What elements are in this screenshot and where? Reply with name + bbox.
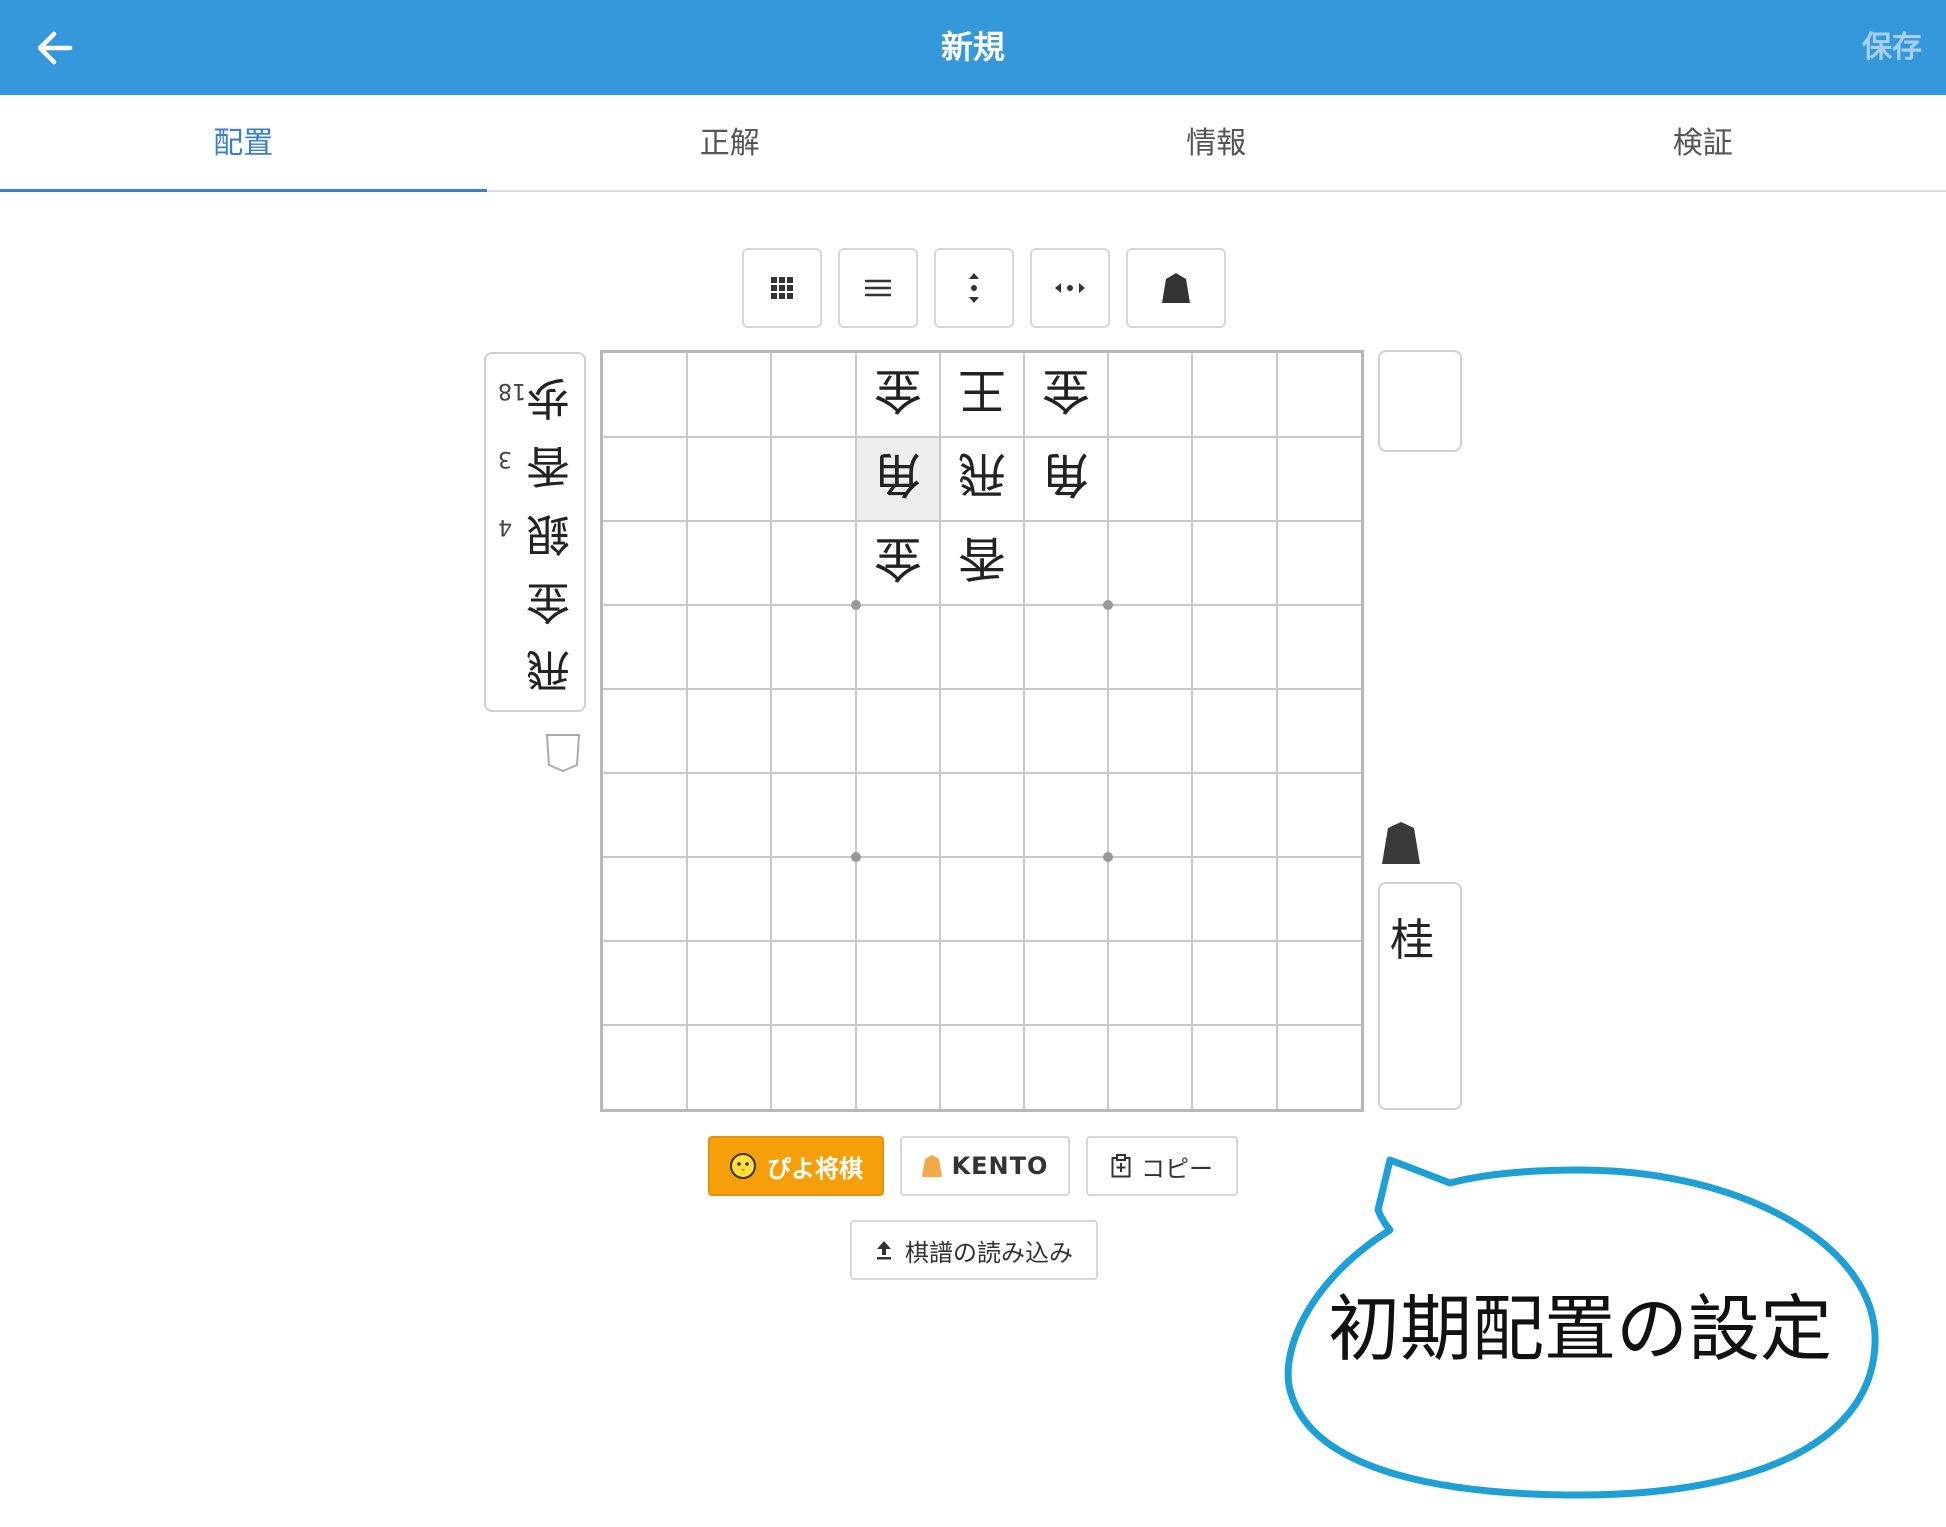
hand-count: 4 (498, 514, 512, 539)
copy-button[interactable]: コピー (1086, 1136, 1238, 1196)
app-bar: 新規 保存 (0, 0, 1946, 95)
board-toolbar (742, 248, 1226, 328)
board-piece[interactable]: 角 (856, 437, 940, 521)
tab-verify[interactable]: 検証 (1460, 95, 1946, 190)
save-button[interactable]: 保存 (1862, 0, 1922, 95)
hand-piece[interactable]: 桂 (1390, 904, 1434, 968)
tab-placement[interactable]: 配置 (0, 95, 487, 192)
hamburger-icon (865, 279, 891, 297)
shogi-board[interactable]: 金 王 金 角 飛 角 金 香 (600, 350, 1364, 1112)
horizontal-dots-icon (1055, 283, 1085, 293)
grid-icon (771, 277, 793, 299)
gote-turn-icon (545, 733, 581, 777)
piyo-shogi-label: ぴよ将棋 (767, 1154, 863, 1183)
copy-label: コピー (1141, 1154, 1213, 1183)
flip-vertical-button[interactable] (934, 248, 1014, 328)
piece-box[interactable] (1378, 350, 1462, 452)
kento-piece-icon (921, 1155, 942, 1177)
flip-horizontal-button[interactable] (1030, 248, 1110, 328)
hand-piece[interactable]: 金 (526, 574, 570, 638)
turn-toggle-button[interactable] (1126, 248, 1226, 328)
piyo-shogi-button[interactable]: ぴよ将棋 (708, 1136, 884, 1196)
hand-count: 3 (498, 446, 512, 471)
grid-button[interactable] (742, 248, 822, 328)
board-piece[interactable]: 飛 (940, 437, 1024, 521)
tab-info[interactable]: 情報 (973, 95, 1460, 190)
chick-icon (730, 1153, 756, 1179)
sente-hand[interactable]: 桂 (1378, 882, 1462, 1110)
board-piece[interactable]: 王 (940, 353, 1024, 437)
clipboard-icon (1111, 1154, 1131, 1178)
menu-button[interactable] (838, 248, 918, 328)
hand-piece[interactable]: 銀 (526, 506, 570, 570)
annotation-text: 初期配置の設定 (1327, 1287, 1832, 1371)
tab-answer[interactable]: 正解 (487, 95, 974, 190)
gote-hand[interactable]: 歩 18 香 3 銀 4 金 飛 (484, 352, 586, 712)
hand-piece[interactable]: 香 (526, 438, 570, 502)
board-piece[interactable]: 金 (856, 521, 940, 605)
import-kifu-label: 棋譜の読み込み (905, 1238, 1073, 1267)
vertical-dots-icon (969, 273, 979, 303)
board-piece[interactable]: 金 (1024, 353, 1108, 437)
page-title: 新規 (940, 28, 1005, 66)
export-actions: ぴよ将棋 KENTO コピー (708, 1136, 1238, 1196)
kento-label: KENTO (951, 1152, 1049, 1180)
sente-turn-icon (1380, 820, 1422, 870)
board-piece[interactable]: 香 (940, 521, 1024, 605)
kento-button[interactable]: KENTO (900, 1136, 1070, 1196)
upload-icon (877, 1241, 891, 1260)
board-piece[interactable]: 角 (1024, 437, 1108, 521)
hand-piece[interactable]: 歩 (526, 370, 570, 434)
hand-count: 18 (498, 378, 526, 403)
shogi-piece-icon (1162, 273, 1190, 303)
hand-piece[interactable]: 飛 (526, 642, 570, 706)
import-kifu-button[interactable]: 棋譜の読み込み (850, 1220, 1098, 1280)
board-piece[interactable]: 金 (856, 353, 940, 437)
tab-bar: 配置 正解 情報 検証 (0, 95, 1946, 192)
